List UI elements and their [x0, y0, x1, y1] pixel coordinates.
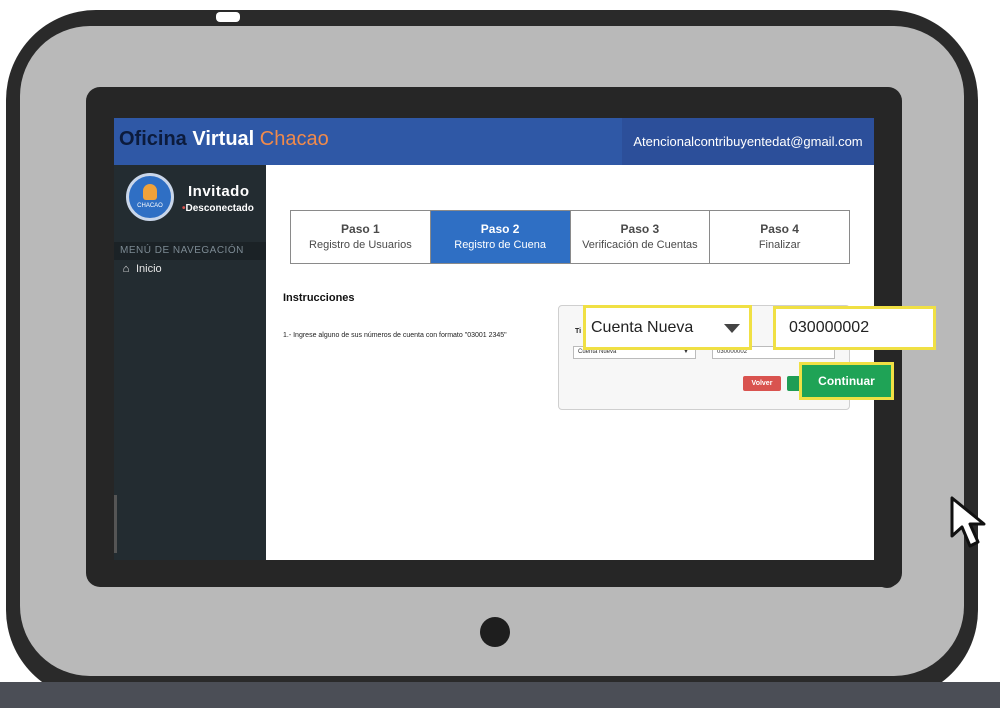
sidebar-item-label: Inicio	[136, 263, 162, 275]
brand-logo[interactable]: Oficina Virtual Chacao	[119, 128, 329, 151]
step-4[interactable]: Paso 4 Finalizar	[710, 211, 849, 263]
chacao-logo-icon	[143, 184, 157, 200]
step-1[interactable]: Paso 1 Registro de Usuarios	[291, 211, 431, 263]
nav-header: MENÚ DE NAVEGACIÓN	[114, 242, 266, 260]
main-content: Paso 1 Registro de Usuarios Paso 2 Regis…	[266, 165, 874, 560]
sidebar-divider	[114, 495, 117, 553]
wizard-steps: Paso 1 Registro de Usuarios Paso 2 Regis…	[290, 210, 850, 264]
home-icon: ⌂	[122, 263, 130, 275]
step-number: Paso 3	[620, 222, 660, 236]
step-number: Paso 2	[480, 222, 520, 236]
contact-email[interactable]: Atencionalcontribuyentedat@gmail.com	[622, 118, 874, 165]
bottom-bar	[0, 682, 1000, 708]
instructions-title: Instrucciones	[283, 292, 355, 304]
step-number: Paso 4	[760, 222, 799, 236]
user-status-text: Desconectado	[185, 203, 254, 214]
avatar: CHACAO	[126, 173, 174, 221]
step-2[interactable]: Paso 2 Registro de Cuena	[430, 211, 571, 263]
step-label: Verificación de Cuentas	[582, 239, 698, 251]
user-status: •Desconectado	[182, 203, 254, 214]
sidebar-item-inicio[interactable]: ⌂ Inicio	[120, 263, 162, 275]
brand-part-virtual: Virtual	[192, 128, 255, 150]
sidebar: CHACAO Invitado •Desconectado MENÚ DE NA…	[114, 165, 266, 560]
step-label: Registro de Usuarios	[309, 239, 412, 251]
account-number-input[interactable]: 030000002	[773, 306, 936, 350]
tablet-home-button	[480, 617, 510, 647]
step-label: Registro de Cuena	[454, 239, 546, 251]
step-label: Finalizar	[758, 239, 801, 251]
top-bar: Oficina Virtual Chacao Atencionalcontrib…	[114, 118, 874, 165]
mouse-pointer-icon	[950, 496, 986, 548]
account-type-label: Ti	[575, 328, 582, 335]
brand-part-chacao: Chacao	[259, 128, 329, 150]
tablet-frame-gap	[216, 12, 240, 22]
instructions-line: 1.- Ingrese alguno de sus números de cue…	[283, 332, 507, 339]
avatar-text: CHACAO	[137, 203, 163, 209]
continuar-button[interactable]: Continuar	[799, 362, 894, 400]
step-3[interactable]: Paso 3 Verificación de Cuentas	[571, 211, 711, 263]
user-name: Invitado	[188, 183, 250, 200]
brand-part-oficina: Oficina	[119, 128, 187, 150]
screen: Oficina Virtual Chacao Atencionalcontrib…	[114, 118, 874, 560]
step-number: Paso 1	[341, 222, 380, 236]
volver-button[interactable]: Volver	[743, 376, 781, 391]
select-value: Cuenta Nueva	[591, 319, 694, 336]
account-type-select[interactable]: Cuenta Nueva	[583, 305, 752, 350]
chevron-down-icon	[724, 324, 740, 333]
